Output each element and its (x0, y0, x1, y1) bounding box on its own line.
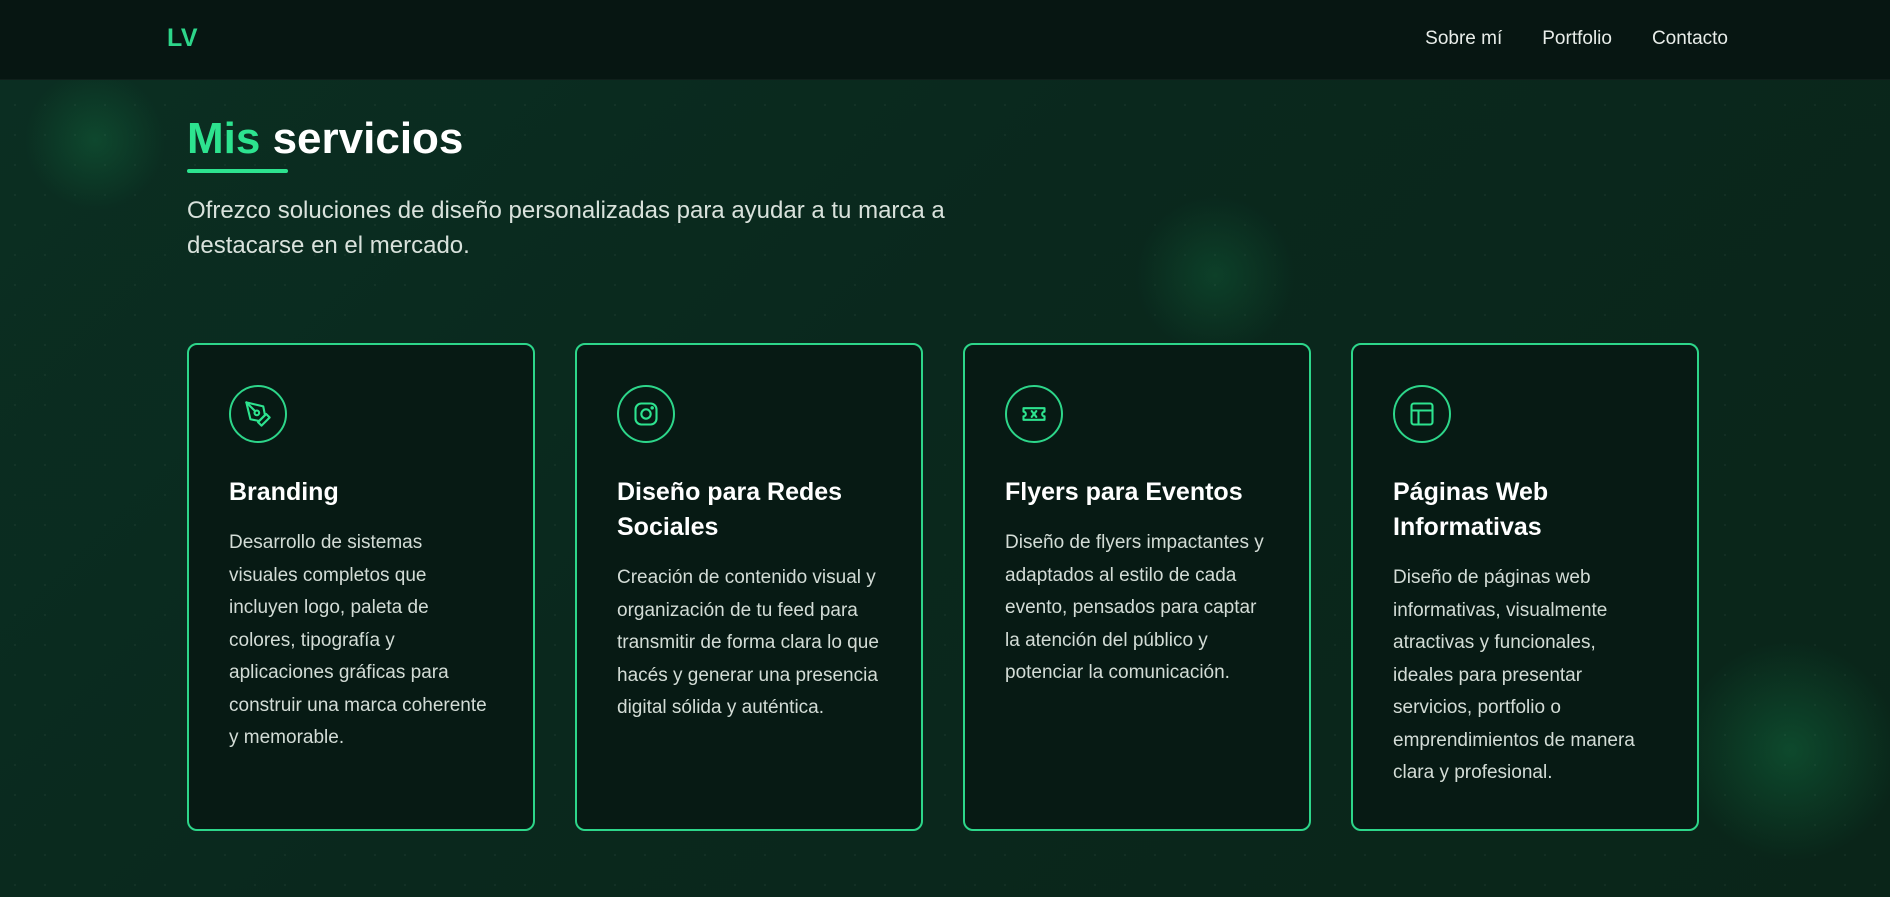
service-card-paginas-web: Páginas Web Informativas Diseño de págin… (1351, 343, 1699, 831)
service-card-title: Branding (229, 478, 339, 506)
title-underline (187, 169, 288, 173)
service-card-title: Diseño para Redes Sociales (617, 478, 843, 541)
service-card-description: Creación de contenido visual y organizac… (617, 567, 879, 718)
layout-icon (1393, 385, 1451, 443)
section-title-rest: servicios (260, 114, 464, 163)
section-title: Mis servicios (187, 114, 464, 163)
service-card-title: Páginas Web Informativas (1393, 478, 1549, 541)
section-subtitle: Ofrezco soluciones de diseño personaliza… (187, 197, 945, 259)
service-card-flyers: Flyers para Eventos Diseño de flyers imp… (963, 343, 1311, 831)
main-nav: Sobre mí Portfolio Contacto (1425, 28, 1728, 50)
nav-link-sobre-mi[interactable]: Sobre mí (1425, 28, 1502, 50)
service-card-title: Flyers para Eventos (1005, 478, 1243, 506)
services-grid: Branding Desarrollo de sistemas visuales… (187, 343, 1699, 831)
nav-link-contacto[interactable]: Contacto (1652, 28, 1728, 50)
nav-link-portfolio[interactable]: Portfolio (1542, 28, 1612, 50)
ticket-icon (1005, 385, 1063, 443)
service-card-redes-sociales: Diseño para Redes Sociales Creación de c… (575, 343, 923, 831)
pen-tool-icon (229, 385, 287, 443)
service-card-branding: Branding Desarrollo de sistemas visuales… (187, 343, 535, 831)
instagram-icon (617, 385, 675, 443)
service-card-description: Diseño de páginas web informativas, visu… (1393, 567, 1635, 783)
services-section: Mis servicios Ofrezco soluciones de dise… (0, 79, 1890, 897)
logo[interactable]: LV (167, 24, 198, 53)
section-title-accent: Mis (187, 114, 261, 163)
service-card-description: Diseño de flyers impactantes y adaptados… (1005, 532, 1264, 683)
top-navbar: LV Sobre mí Portfolio Contacto (0, 0, 1890, 80)
service-card-description: Desarrollo de sistemas visuales completo… (229, 532, 487, 748)
